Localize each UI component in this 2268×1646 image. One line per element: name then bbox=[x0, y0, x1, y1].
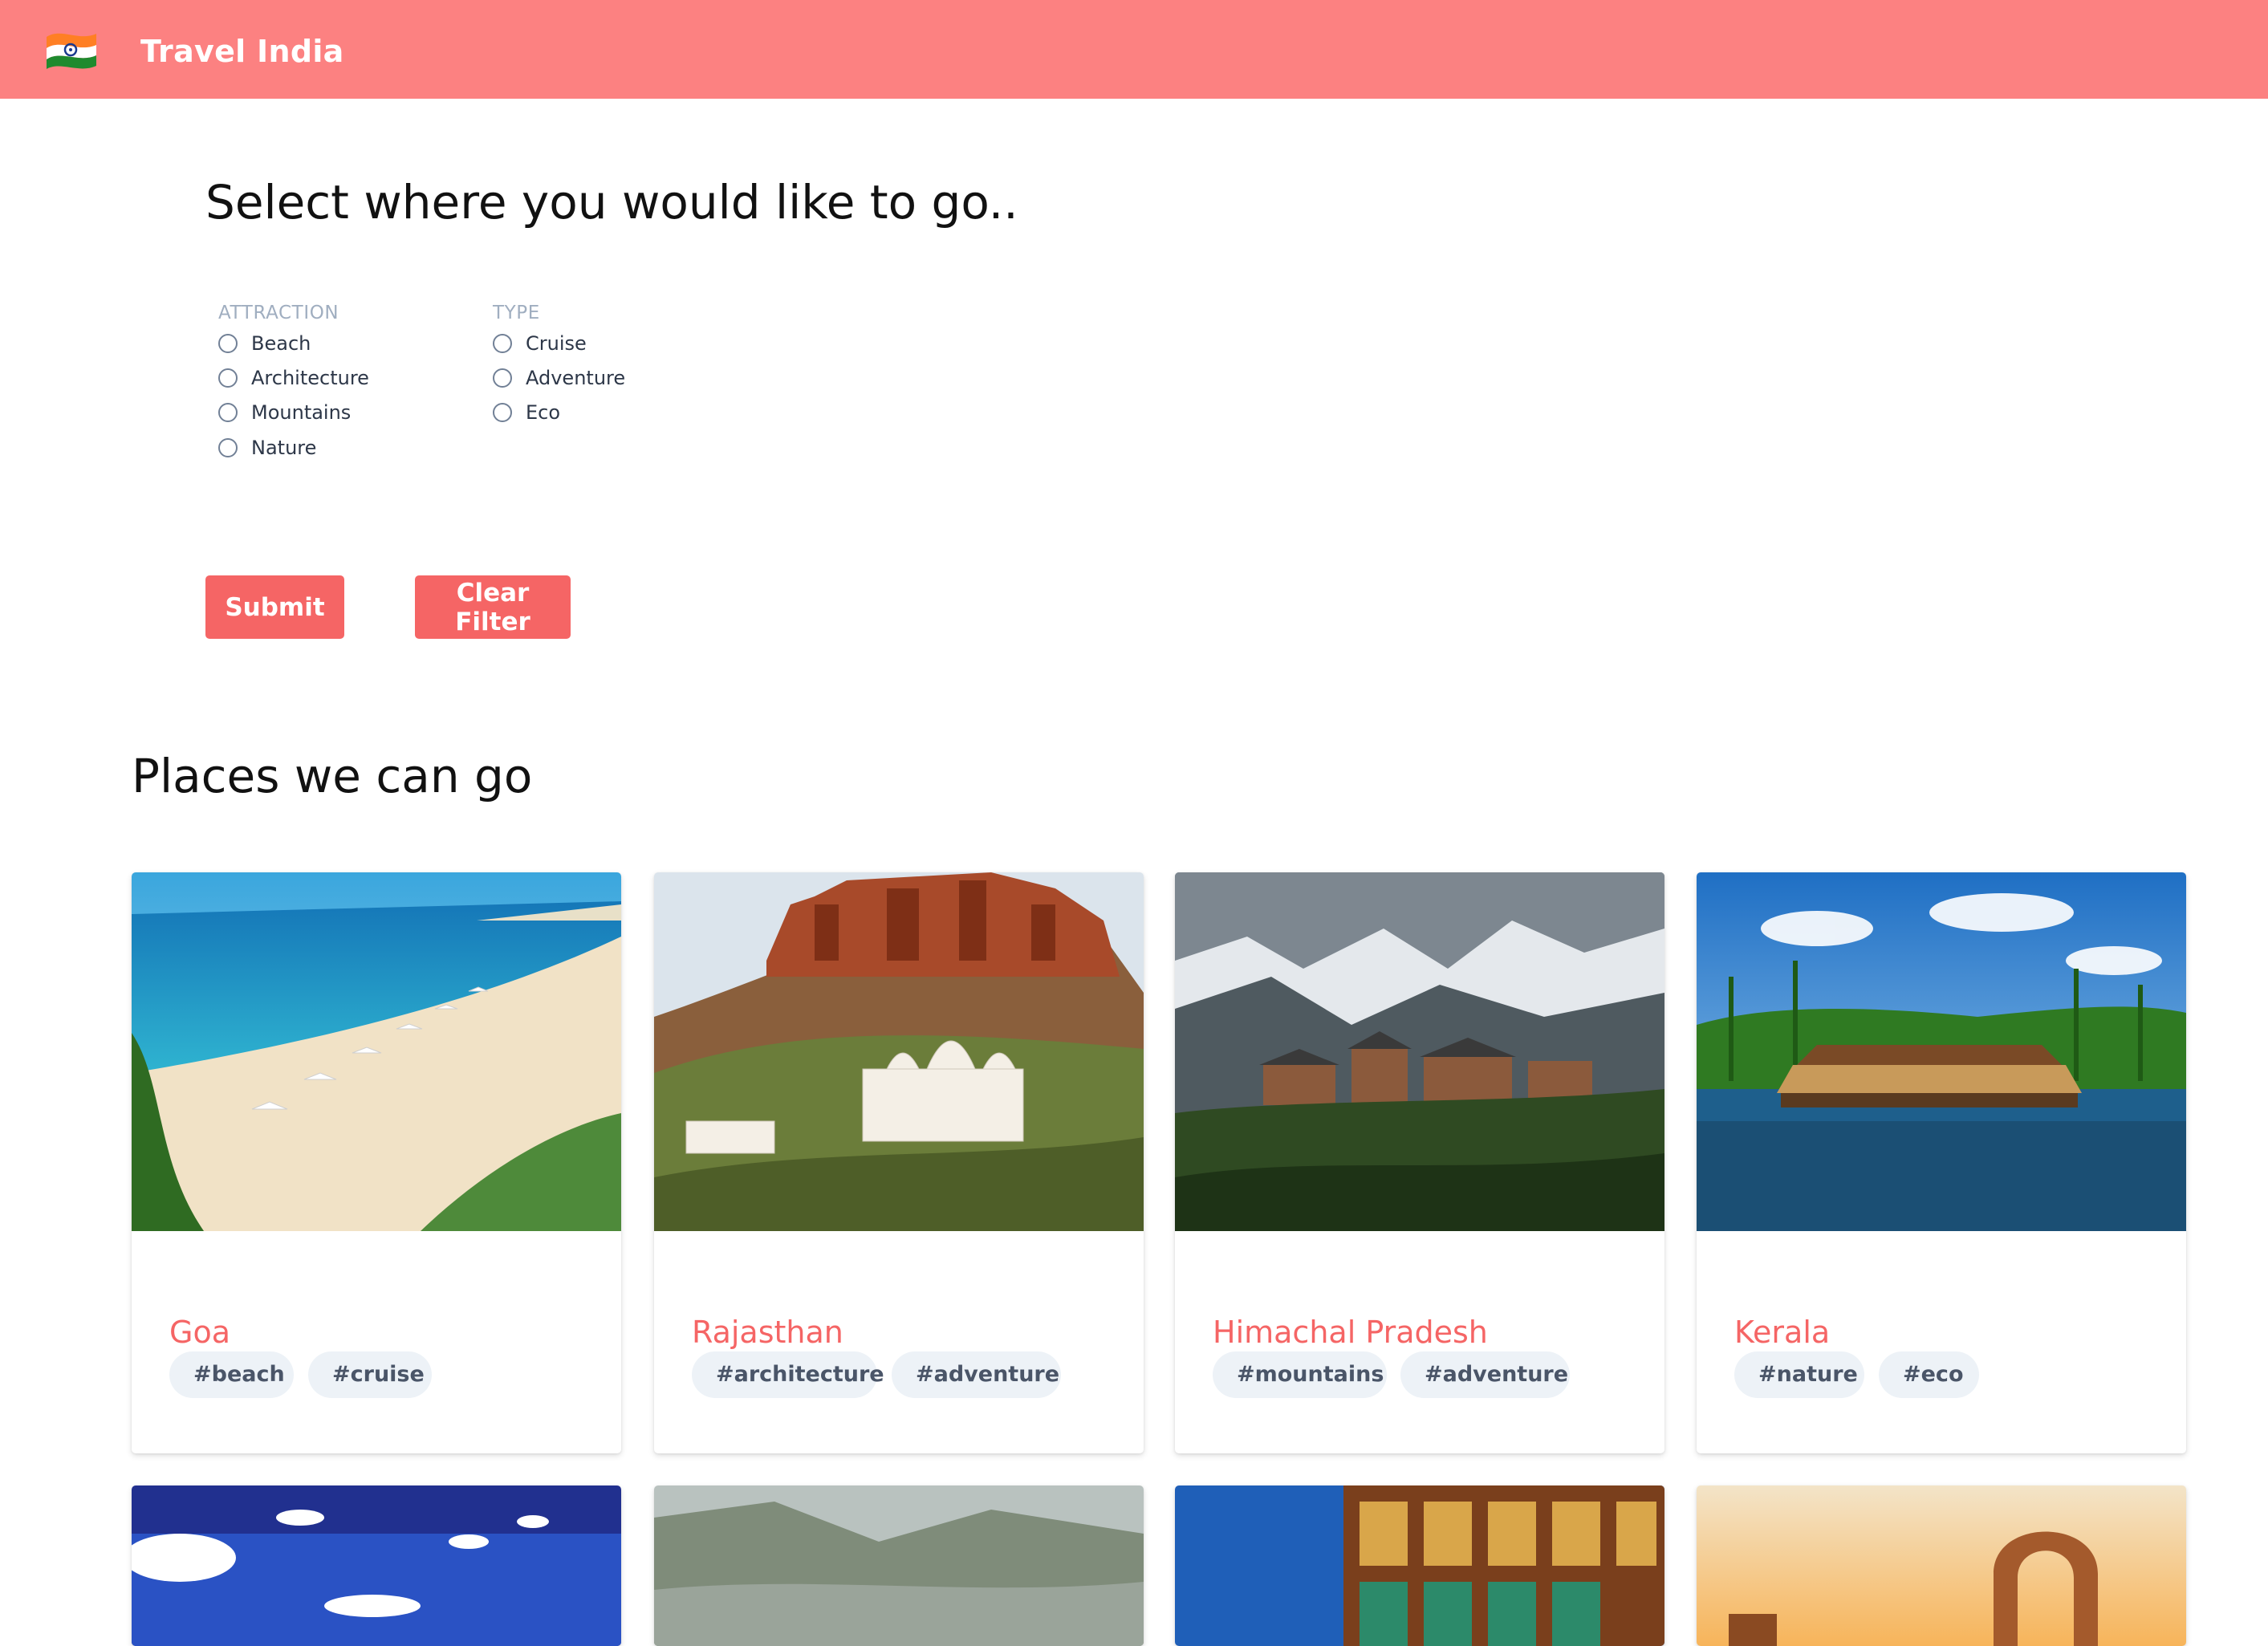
valley-photo bbox=[654, 1485, 1144, 1646]
option-label: Beach bbox=[251, 331, 311, 355]
place-name[interactable]: Goa bbox=[169, 1313, 230, 1351]
places-heading: Places we can go bbox=[132, 749, 533, 803]
tag-nature[interactable]: #nature bbox=[1734, 1351, 1864, 1398]
type-option-cruise[interactable]: Cruise bbox=[493, 326, 625, 360]
place-name[interactable]: Himachal Pradesh bbox=[1213, 1313, 1488, 1351]
filter-heading: Select where you would like to go.. bbox=[205, 175, 1018, 230]
clear-filter-button[interactable]: Clear Filter bbox=[415, 575, 571, 639]
beach-radio[interactable] bbox=[218, 333, 238, 353]
cruise-radio[interactable] bbox=[493, 333, 512, 353]
fort-photo bbox=[654, 872, 1144, 1231]
place-card-goa[interactable]: Goa #beach #cruise bbox=[132, 872, 621, 1453]
option-label: Eco bbox=[526, 401, 561, 425]
attraction-option-beach[interactable]: Beach bbox=[218, 326, 369, 360]
brand-title[interactable]: Travel India bbox=[140, 32, 344, 71]
type-option-adventure[interactable]: Adventure bbox=[493, 360, 625, 395]
place-card-rajasthan[interactable]: Rajasthan #architecture #adventure bbox=[654, 872, 1144, 1453]
option-label: Architecture bbox=[251, 366, 369, 389]
temple-photo bbox=[1175, 1485, 1664, 1646]
place-name[interactable]: Rajasthan bbox=[692, 1313, 843, 1351]
submit-button[interactable]: Submit bbox=[205, 575, 344, 639]
nature-radio[interactable] bbox=[218, 437, 238, 457]
tag-cruise[interactable]: #cruise bbox=[308, 1351, 432, 1398]
type-filter-group: TYPE Cruise Adventure Eco bbox=[493, 300, 625, 430]
attraction-option-nature[interactable]: Nature bbox=[218, 430, 369, 465]
beach-photo bbox=[132, 872, 621, 1231]
place-card-himachal-pradesh[interactable]: Himachal Pradesh #mountains #adventure bbox=[1175, 872, 1664, 1453]
tag-beach[interactable]: #beach bbox=[169, 1351, 294, 1398]
tag-adventure[interactable]: #adventure bbox=[892, 1351, 1061, 1398]
mountains-radio[interactable] bbox=[218, 403, 238, 423]
mountain-village-photo bbox=[1175, 872, 1664, 1231]
type-group-label: TYPE bbox=[493, 303, 540, 323]
place-card-partial[interactable] bbox=[1175, 1485, 1664, 1646]
place-card-partial[interactable] bbox=[1697, 1485, 2186, 1646]
attraction-option-architecture[interactable]: Architecture bbox=[218, 360, 369, 395]
tag-architecture[interactable]: #architecture bbox=[692, 1351, 884, 1398]
eco-radio[interactable] bbox=[493, 403, 512, 423]
top-nav-bar: Travel India bbox=[0, 0, 2268, 99]
houseboat-photo bbox=[1697, 872, 2186, 1231]
tag-mountains[interactable]: #mountains bbox=[1213, 1351, 1387, 1398]
place-card-partial[interactable] bbox=[654, 1485, 1144, 1646]
option-label: Mountains bbox=[251, 401, 352, 425]
option-label: Adventure bbox=[526, 366, 626, 389]
ruins-photo bbox=[1697, 1485, 2186, 1646]
type-option-eco[interactable]: Eco bbox=[493, 396, 625, 430]
attraction-group-label: ATTRACTION bbox=[218, 303, 339, 323]
tag-eco[interactable]: #eco bbox=[1879, 1351, 1979, 1398]
place-name[interactable]: Kerala bbox=[1734, 1313, 1830, 1351]
india-flag-icon[interactable] bbox=[43, 29, 101, 70]
option-label: Cruise bbox=[526, 331, 587, 355]
option-label: Nature bbox=[251, 436, 317, 459]
attraction-option-mountains[interactable]: Mountains bbox=[218, 396, 369, 430]
attraction-filter-group: ATTRACTION Beach Architecture Mountains … bbox=[218, 300, 369, 465]
place-card-kerala[interactable]: Kerala #nature #eco bbox=[1697, 872, 2186, 1453]
architecture-radio[interactable] bbox=[218, 368, 238, 388]
sky-photo bbox=[132, 1485, 621, 1646]
place-card-partial[interactable] bbox=[132, 1485, 621, 1646]
tag-adventure[interactable]: #adventure bbox=[1400, 1351, 1570, 1398]
adventure-radio[interactable] bbox=[493, 368, 512, 388]
